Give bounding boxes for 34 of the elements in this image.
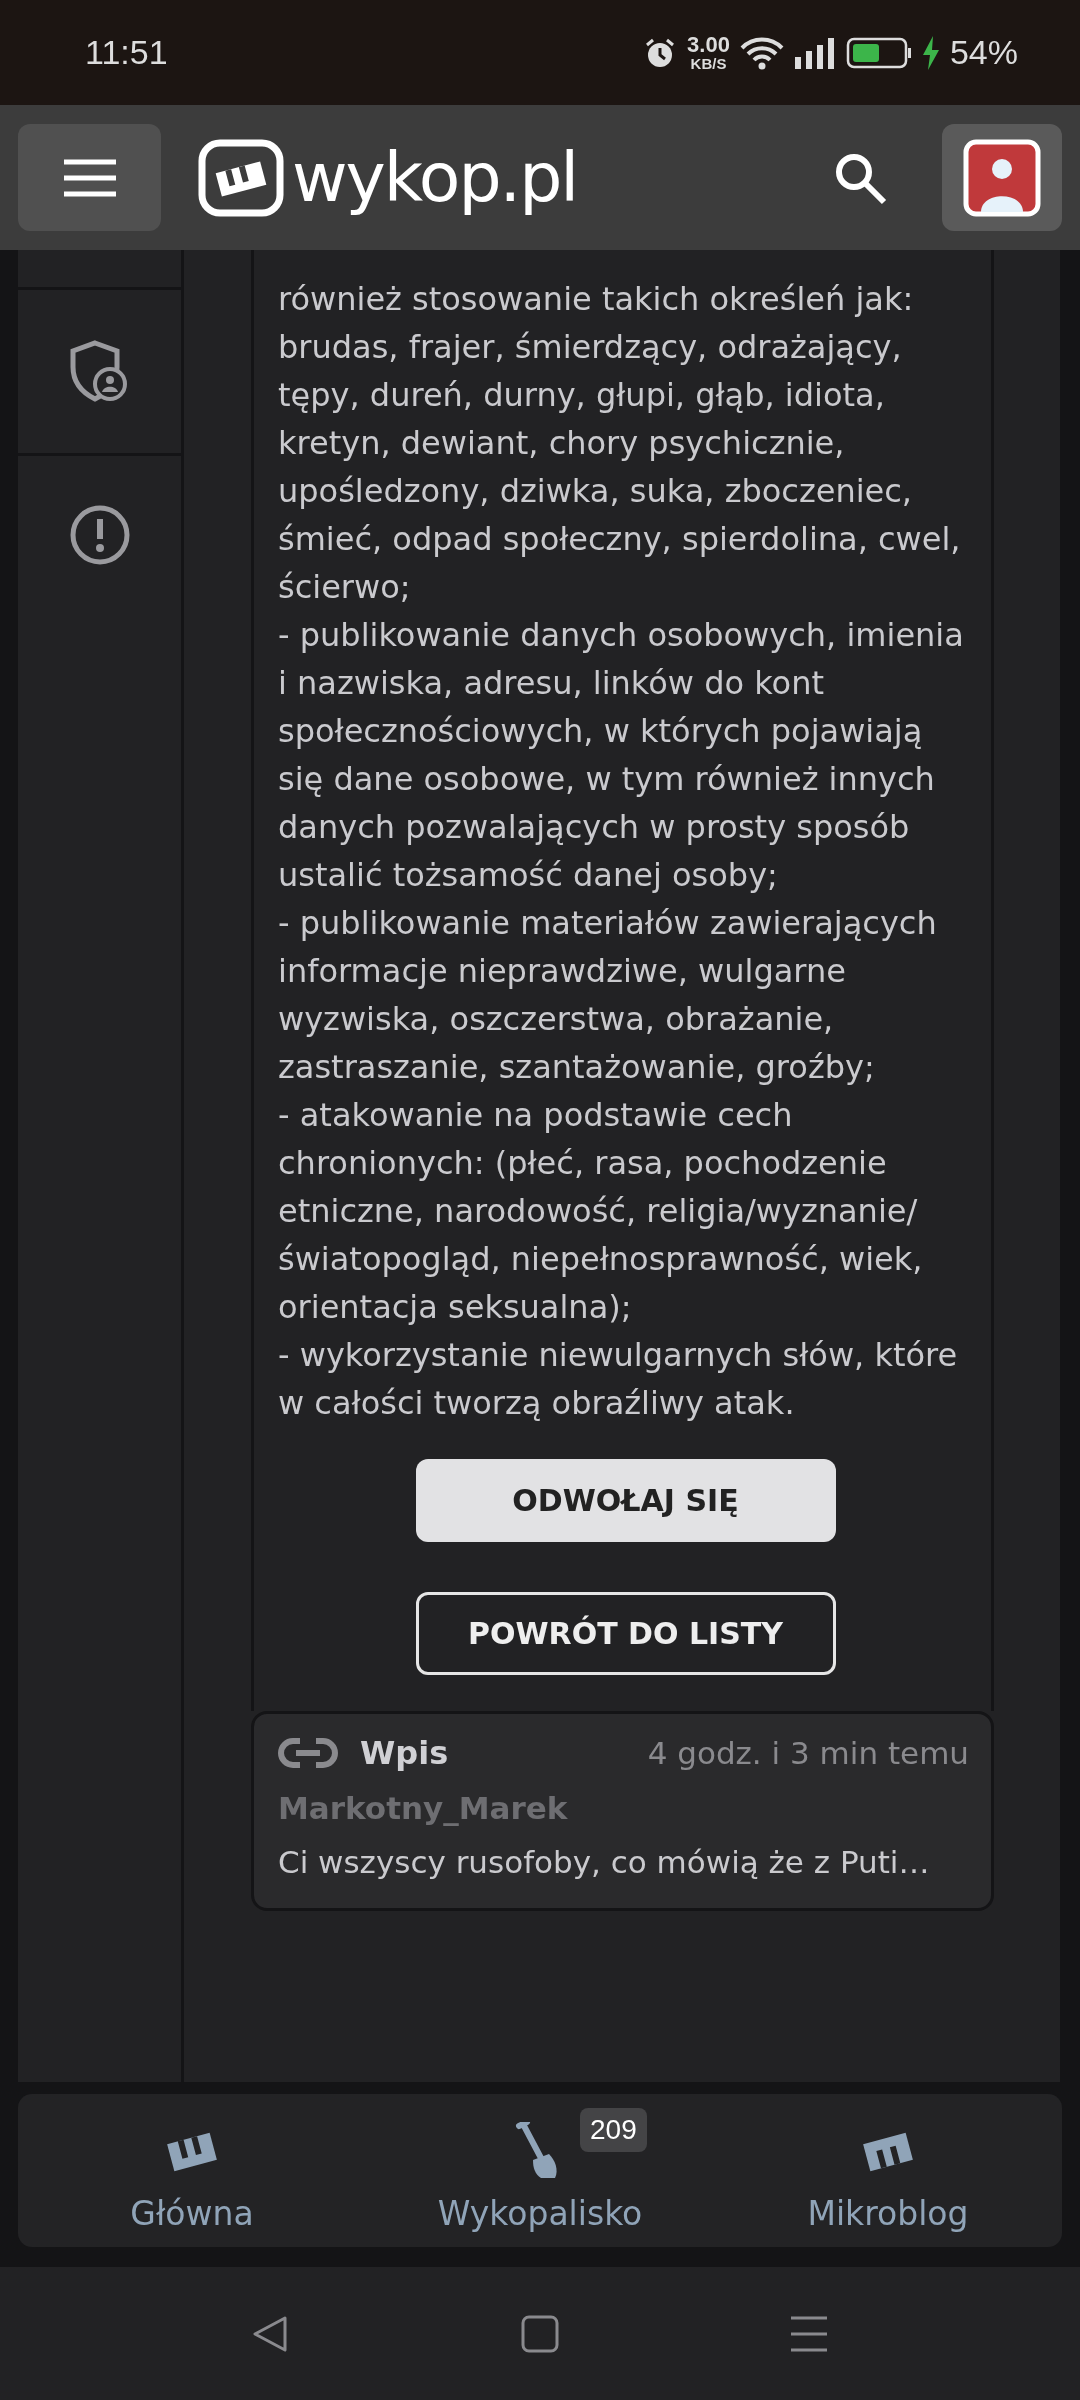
alert-icon[interactable] [68,504,131,566]
home-icon[interactable] [521,2314,559,2353]
entry-time: 4 godz. i 3 min temu [647,1735,969,1771]
count-badge: 209 [580,2108,647,2152]
logo-text: wykop.pl [292,138,578,217]
entry-type: Wpis [360,1734,449,1772]
entry-author: Markotny_Marek [278,1790,569,1826]
rules-paragraph: - publikowanie danych osobowych, imienia i nazwiska, adresu, linków do kont społecznościowych, w których pojawiają się dane osobowe, w tym również innych danych pozwalających w prosty sposób ustalić tożsamość danej osoby; [278,615,965,896]
nav-item[interactable]: 209 Wykopalisko [390,2108,690,2233]
profile-button[interactable] [942,124,1062,231]
rules-paragraph: - publikowanie materiałów zawierających informacje nieprawdziwe, wulgarne wyzwiska, oszczerstwa, obrażanie, zastraszanie, szantażowanie, groźby; [278,903,938,1088]
rules-paragraph: - wykorzystanie niewulgarnych słów, które w całości tworzą obraźliwy atak. [278,1335,959,1424]
logo-icon [198,138,284,217]
net-unit: KB/S [690,56,727,71]
entry-excerpt: Ci wszyscy rusofoby, co mówią że z Puti… [278,1844,931,1880]
menu-button[interactable] [18,124,161,231]
rules-paragraph: - atakowanie na podstawie cech chronionych: (płeć, rasa, pochodzenie etniczne, narodowość, religia/wyznanie/światopogląd, niepełnosprawność, wiek, orientacja seksualna); [278,1095,924,1328]
wifi-icon [739,35,784,70]
charging-icon [921,35,940,70]
status-time: 11:51 [85,33,168,72]
link-icon [278,1736,338,1770]
menu-icon [61,157,118,198]
net-speed: 3.00 [687,34,730,56]
avatar-icon [963,138,1041,217]
nav-item[interactable]: Główna [42,2108,342,2233]
rules-paragraph: również stosowanie takich określeń jak: brudas, frajer, śmierdzący, odrażający, tępy, dureń, durny, głupi, głąb, idiota, kretyn, dewiant, chory psychicznie, upośledzony, dziwka, suka, zboczeniec, śmieć, odpad społeczny, spierdolina, cwel, ścierwo; [278,279,962,608]
linked-entry-card[interactable]: Wpis 4 godz. i 3 min temu Markotny_Marek Ci wszyscy rusofoby, co mówią że z Puti… [251,1711,994,1911]
back-to-list-button[interactable]: POWRÓT DO LISTY [415,1592,836,1675]
menu-icon[interactable] [789,2314,829,2353]
battery-percent: 54% [949,33,1018,72]
nav-item[interactable]: Mikroblog [738,2108,1038,2233]
appeal-button[interactable]: ODWOŁAJ SIĘ [415,1459,836,1542]
signal-icon [793,36,836,69]
battery-icon [845,36,912,69]
